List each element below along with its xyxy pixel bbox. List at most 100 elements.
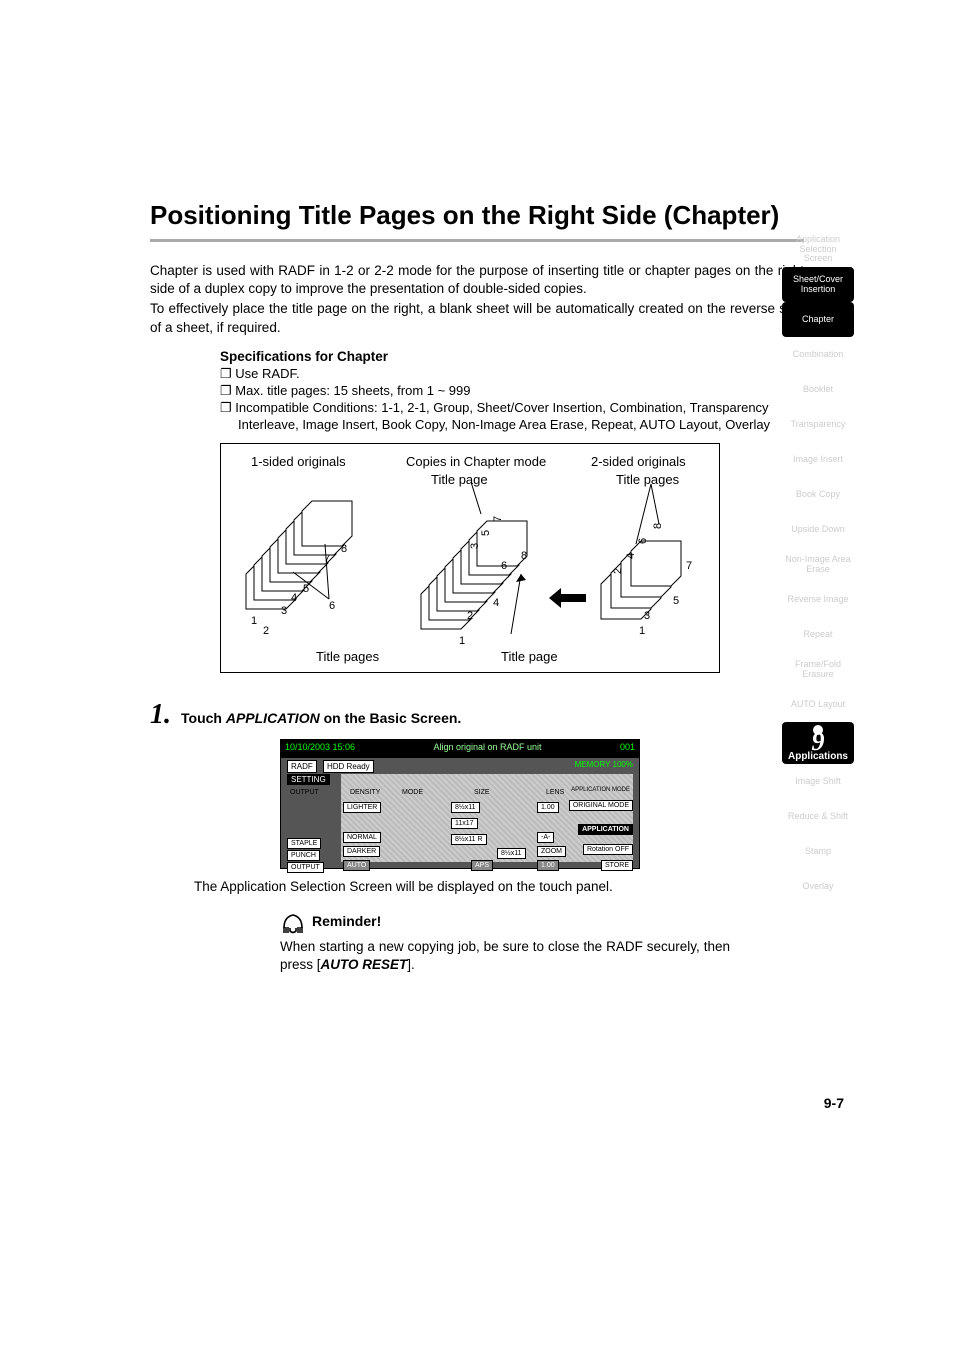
post-step-text: The Application Selection Screen will be… (194, 879, 804, 894)
svg-text:7: 7 (686, 560, 692, 572)
hdd-badge: HDD Ready (323, 760, 374, 773)
tab-frame-fold[interactable]: Frame/Fold Erasure (782, 652, 854, 687)
svg-text:3: 3 (281, 605, 287, 617)
svg-text:2: 2 (612, 568, 624, 574)
tab-image-insert[interactable]: Image Insert (782, 442, 854, 477)
reminder-body: When starting a new copying job, be sure… (280, 938, 730, 973)
density-label: DENSITY (347, 788, 383, 797)
step-suffix: on the Basic Screen. (320, 710, 462, 726)
svg-text:4: 4 (493, 597, 499, 609)
touch-screen-figure: 10/10/2003 15:06 Align original on RADF … (280, 739, 640, 869)
svg-text:2: 2 (263, 625, 269, 637)
size-2[interactable]: 11x17 (451, 818, 478, 829)
tab-non-image-erase[interactable]: Non-Image Area Erase (782, 547, 854, 582)
reminder-part-c: ]. (407, 957, 415, 972)
svg-text:3: 3 (644, 610, 650, 622)
svg-text:7: 7 (324, 553, 330, 565)
tab-reduce-shift[interactable]: Reduce & Shift (782, 799, 854, 834)
specs-block: Specifications for Chapter Use RADF. Max… (220, 349, 804, 434)
size-4[interactable]: 8½x11 (497, 848, 526, 859)
output-label: OUTPUT (287, 788, 322, 797)
tab-upside-down[interactable]: Upside Down (782, 512, 854, 547)
diagram-svg: 1 2 3 4 5 6 7 8 1 2 4 6 (221, 444, 721, 674)
size-1[interactable]: 8½x11 (451, 802, 480, 813)
svg-text:8: 8 (521, 550, 527, 562)
svg-text:8: 8 (652, 523, 664, 529)
tab-book-copy[interactable]: Book Copy (782, 477, 854, 512)
chapter-diagram: 1-sided originals Copies in Chapter mode… (220, 443, 720, 673)
mode-label: MODE (399, 788, 426, 797)
zoom-100[interactable]: 1.00 (537, 860, 559, 871)
svg-text:2: 2 (467, 610, 473, 622)
side-tab-strip: Application Selection Screen Sheet/Cover… (782, 232, 854, 904)
tab-image-shift[interactable]: Image Shift (782, 764, 854, 799)
chapter-number-9: 9 (812, 733, 825, 751)
tab-booklet[interactable]: Booklet (782, 372, 854, 407)
screen-counter: 001 (620, 742, 635, 756)
svg-text:8: 8 (341, 543, 347, 555)
originalmode-button[interactable]: ORIGINAL MODE (569, 800, 633, 811)
svg-text:1: 1 (459, 635, 465, 647)
screen-prompt: Align original on RADF unit (433, 742, 541, 756)
store-button[interactable]: STORE (601, 860, 633, 871)
svg-text:1: 1 (639, 625, 645, 637)
svg-text:4: 4 (291, 592, 297, 604)
tab-combination[interactable]: Combination (782, 337, 854, 372)
radf-badge: RADF (287, 760, 317, 773)
screen-datetime: 10/10/2003 15:06 (285, 742, 355, 756)
step-instruction: Touch APPLICATION on the Basic Screen. (181, 710, 461, 726)
tab-repeat[interactable]: Repeat (782, 617, 854, 652)
intro-para-2: To effectively place the title page on t… (150, 300, 804, 336)
tab-reverse-image[interactable]: Reverse Image (782, 582, 854, 617)
darker-button[interactable]: DARKER (343, 846, 380, 857)
svg-text:6: 6 (329, 600, 335, 612)
page-title: Positioning Title Pages on the Right Sid… (150, 200, 804, 231)
tab-sheet-cover[interactable]: Sheet/Cover Insertion (782, 267, 854, 302)
normal-button[interactable]: NORMAL (343, 832, 381, 843)
tab-applications-current[interactable]: 9 Applications (782, 722, 854, 764)
spec-item: Use RADF. (220, 366, 804, 383)
tab-stamp[interactable]: Stamp (782, 834, 854, 869)
auto-button[interactable]: AUTO (343, 860, 370, 871)
zoom-button[interactable]: ZOOM (537, 846, 566, 857)
setting-tab[interactable]: SETTING (287, 774, 330, 785)
svg-text:5: 5 (303, 583, 309, 595)
svg-text:4: 4 (625, 553, 637, 559)
spec-item: Incompatible Conditions: 1-1, 2-1, Group… (220, 400, 804, 434)
spec-item: Max. title pages: 15 sheets, from 1 ~ 99… (220, 383, 804, 400)
application-button[interactable]: APPLICATION (578, 824, 633, 835)
svg-text:1: 1 (251, 615, 257, 627)
step-prefix: Touch (181, 710, 226, 726)
rotation-off-button[interactable]: Rotation OFF (583, 844, 633, 855)
svg-text:3: 3 (469, 543, 481, 549)
reminder-autoreset: AUTO RESET (321, 957, 408, 972)
svg-text:7: 7 (492, 516, 504, 522)
step-1: 1. Touch APPLICATION on the Basic Screen… (150, 701, 804, 729)
tab-overlay[interactable]: Overlay (782, 869, 854, 904)
lighter-button[interactable]: LIGHTER (343, 802, 381, 813)
page-number: 9-7 (824, 1095, 844, 1111)
size-label: SIZE (471, 788, 493, 797)
svg-text:6: 6 (637, 538, 649, 544)
tab-chapter[interactable]: Chapter (782, 302, 854, 337)
appmode-label: APPLICATION MODE (568, 786, 633, 794)
tab-auto-layout[interactable]: AUTO Layout (782, 687, 854, 722)
reminder-heading: Reminder! (312, 913, 381, 929)
output-button[interactable]: OUTPUT (287, 862, 324, 873)
lens-label: LENS (543, 788, 567, 797)
intro-para-1: Chapter is used with RADF in 1-2 or 2-2 … (150, 262, 804, 298)
tab-app-selection[interactable]: Application Selection Screen (782, 232, 854, 267)
svg-text:5: 5 (673, 595, 679, 607)
step-number: 1. (150, 701, 171, 729)
size-3[interactable]: 8½x11 R (451, 834, 487, 845)
auto-a[interactable]: -A- (537, 832, 554, 843)
specs-heading: Specifications for Chapter (220, 349, 804, 364)
tab-transparency[interactable]: Transparency (782, 407, 854, 442)
staple-button[interactable]: STAPLE (287, 838, 321, 849)
punch-button[interactable]: PUNCH (287, 850, 320, 861)
aps-button[interactable]: APS (471, 860, 493, 871)
memory-label: MEMORY 100% (575, 760, 633, 769)
step-app-word: APPLICATION (226, 710, 320, 726)
lens-100[interactable]: 1.00 (537, 802, 559, 813)
reminder-icon (280, 908, 306, 934)
